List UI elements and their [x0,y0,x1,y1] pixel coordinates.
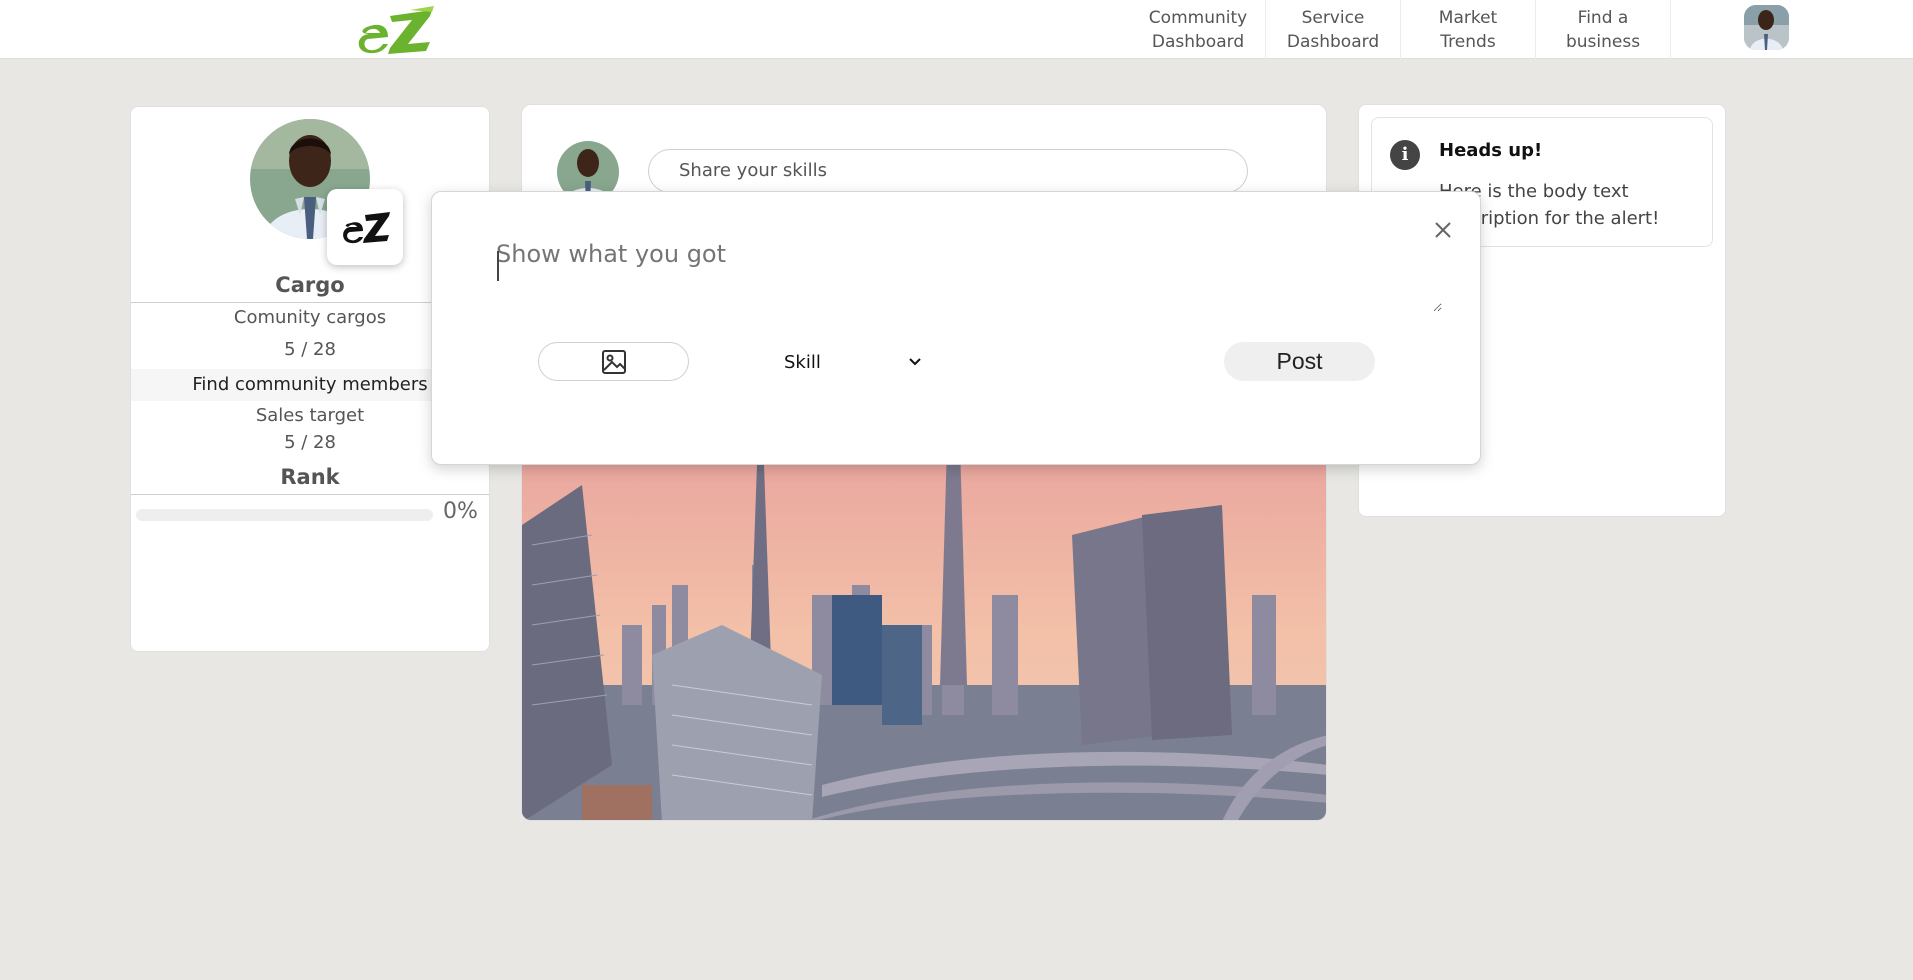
share-skills-input[interactable]: Share your skills [648,149,1248,193]
user-avatar[interactable] [1744,5,1789,50]
nav-label: Service [1301,7,1365,28]
ez-logo[interactable] [350,4,436,56]
ez-company-logo [343,212,390,244]
nav-label: Find a [1577,7,1629,28]
post-textarea[interactable] [496,240,1442,312]
nav-market-trends[interactable]: Market Trends [1401,0,1536,59]
rank-label: Rank [280,465,340,489]
nav-label: Market [1438,7,1498,28]
divider [131,494,489,495]
nav-community-dashboard[interactable]: Community Dashboard [1131,0,1266,59]
nav-find-business[interactable]: Find a business [1536,0,1671,59]
nav-label: Trends [1440,31,1496,52]
nav-label: Dashboard [1286,31,1380,52]
main-nav: Community Dashboard Service Dashboard Mark… [1131,0,1671,59]
info-icon: i [1390,140,1420,170]
close-icon[interactable] [1431,218,1455,242]
nav-label: Dashboard [1151,31,1245,52]
alert-title: Heads up! [1439,140,1543,161]
rank-progress-bar [136,509,433,521]
skill-select-value: Skill [784,351,821,373]
add-image-button[interactable] [538,342,689,381]
chevron-down-icon [909,358,921,366]
image-icon [601,349,626,374]
nav-label: business [1565,31,1641,52]
company-logo-badge [327,189,403,265]
nav-service-dashboard[interactable]: Service Dashboard [1266,0,1401,59]
skill-select[interactable]: Skill [772,347,932,377]
top-navbar: Community Dashboard Service Dashboard Mark… [0,0,1913,59]
text-caret [497,251,499,281]
post-button[interactable]: Post [1224,342,1375,381]
create-post-modal: Skill Post [431,191,1481,465]
city-skyline-image [522,445,1326,820]
rank-progress-text: 0% [443,499,478,524]
nav-label: Community [1148,7,1248,28]
